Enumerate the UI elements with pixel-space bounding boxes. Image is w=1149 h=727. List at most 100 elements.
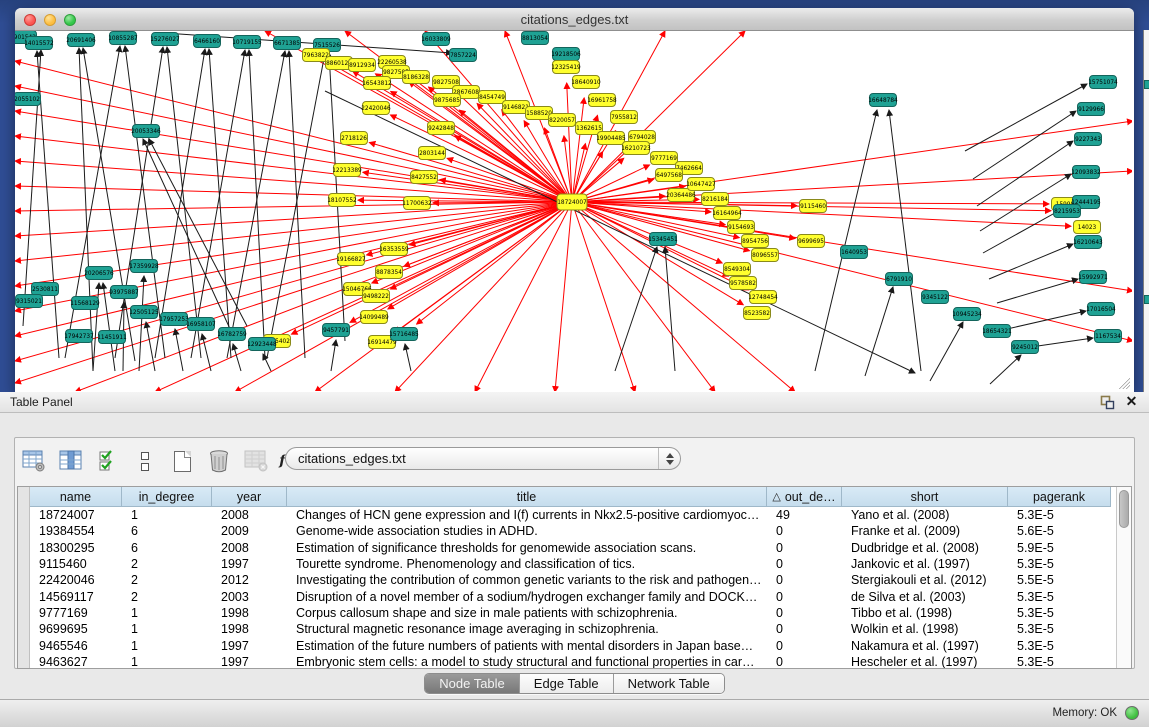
graph-node-label: 11700632	[402, 201, 432, 207]
column-header-name[interactable]: name	[30, 487, 122, 507]
graph-node-label: 8878354	[376, 270, 402, 276]
table-cell: 5.3E-5	[1008, 588, 1111, 604]
graph-node-label: 6791910	[886, 277, 912, 283]
table-cell: Changes of HCN gene expression and I(f) …	[287, 507, 767, 523]
table-cell: 19384554	[30, 523, 122, 539]
table-cell: 1	[122, 621, 212, 637]
table-cell: Wolkin et al. (1998)	[842, 621, 1008, 637]
graph-node-label: 8220057	[549, 118, 575, 124]
scrollbar-thumb[interactable]	[1119, 490, 1129, 528]
column-header-label: year	[237, 490, 261, 504]
graph-node-label: 8216184	[702, 197, 728, 203]
table-scrollbar[interactable]	[1116, 487, 1131, 668]
graph-node-label: 12748454	[748, 295, 778, 301]
graph-node-label: 12093832	[1071, 170, 1101, 176]
table-cell: 1998	[212, 605, 287, 621]
column-header-year[interactable]: year	[212, 487, 287, 507]
show-columns-icon[interactable]	[58, 448, 84, 474]
graph-node-label: 1640953	[841, 250, 867, 256]
background-node-fragment	[1144, 295, 1149, 304]
table-row[interactable]: 1830029562008Estimation of significance …	[30, 540, 1116, 556]
table-row[interactable]: 1872400712008Changes of HCN gene express…	[30, 507, 1116, 523]
table-cell: 9777169	[30, 605, 122, 621]
table-cell: Hescheler et al. (1997)	[842, 654, 1008, 668]
table-row[interactable]: 946362711997Embryonic stem cells: a mode…	[30, 654, 1116, 668]
graph-node-label: 16961758	[587, 98, 617, 104]
graph-node-label: 17016504	[1086, 307, 1116, 313]
graph-node-label: 16210723	[621, 146, 651, 152]
window-resize-grip[interactable]	[1117, 376, 1130, 389]
graph-node-label: 8454749	[479, 95, 505, 101]
node-table: namein_degree year title△out_de…short pager…	[17, 486, 1132, 669]
table-selector-dropdown[interactable]: citations_edges.txt	[285, 447, 681, 470]
table-row[interactable]: 946554611997Estimation of the future num…	[30, 637, 1116, 653]
graph-node-label: 9242848	[428, 126, 454, 132]
column-header-label: pagerank	[1033, 490, 1085, 504]
column-header-in_degree[interactable]: in_degree	[122, 487, 212, 507]
table-cell: Estimation of the future numbers of pati…	[287, 637, 767, 653]
table-row[interactable]: 1938455462009Genome-wide association stu…	[30, 523, 1116, 539]
float-panel-icon[interactable]	[1100, 395, 1115, 410]
graph-node-label: 9699695	[798, 239, 824, 245]
close-panel-icon[interactable]: ✕	[1124, 393, 1139, 409]
table-cell: Structural magnetic resonance image aver…	[287, 621, 767, 637]
table-panel-title: Table Panel	[10, 395, 73, 409]
table-options-icon[interactable]	[21, 448, 47, 474]
graph-node-label: 9498222	[363, 294, 389, 300]
table-cell: 5.9E-5	[1008, 540, 1111, 556]
table-cell: 14569117	[30, 588, 122, 604]
column-header-short[interactable]: short	[842, 487, 1008, 507]
graph-node-label: 8523582	[744, 311, 770, 317]
tab-network-table[interactable]: Network Table	[614, 674, 724, 693]
citation-network-graph[interactable]: 1901542140155722069140610855287152760276…	[15, 31, 1132, 391]
table-cell: 2	[122, 588, 212, 604]
graph-node-label: 10647427	[686, 182, 716, 188]
network-canvas[interactable]: 1901542140155722069140610855287152760276…	[15, 31, 1132, 391]
graph-node-label: 14015572	[24, 41, 54, 47]
table-cell: 0	[767, 572, 842, 588]
table-cell: 9465546	[30, 637, 122, 653]
graph-node-label: 7963822	[303, 53, 329, 59]
delete-columns-icon[interactable]	[206, 448, 232, 474]
graph-node-label: 9115460	[800, 204, 826, 210]
network-view-window[interactable]: citations_edges.txt 19015421401557220691…	[15, 8, 1134, 392]
new-column-icon[interactable]	[169, 448, 195, 474]
table-row[interactable]: 911546021997Tourette syndrome. Phenomeno…	[30, 556, 1116, 572]
column-header-title[interactable]: title	[287, 487, 767, 507]
table-cell: 1	[122, 654, 212, 668]
row-height-icon[interactable]	[132, 448, 158, 474]
graph-node-label: 22420046	[361, 106, 391, 112]
graph-node-label: 12325419	[551, 65, 581, 71]
graph-node-label: 2055102	[15, 97, 40, 103]
table-cell: Investigating the contribution of common…	[287, 572, 767, 588]
graph-node-label: 20053346	[131, 129, 161, 135]
table-cell: 9699695	[30, 621, 122, 637]
table-row[interactable]: 2242004622012Investigating the contribut…	[30, 572, 1116, 588]
graph-node-label: 16543812	[362, 81, 392, 87]
graph-node-label: 8186328	[403, 75, 429, 81]
table-row[interactable]: 1456911722003Disruption of a novel membe…	[30, 588, 1116, 604]
graph-node-label: 19166827	[336, 257, 366, 263]
window-titlebar[interactable]: citations_edges.txt	[15, 8, 1134, 31]
sort-ascending-icon: △	[772, 490, 780, 503]
graph-node-label: 12923448	[247, 342, 277, 348]
graph-node-label: 20206576	[84, 271, 114, 277]
table-cell: 2	[122, 572, 212, 588]
graph-node-label: 20691406	[66, 38, 96, 44]
graph-node-label: 8912934	[349, 63, 375, 69]
table-cell: 5.6E-5	[1008, 523, 1111, 539]
graph-node-label: 9875685	[434, 98, 460, 104]
tab-node-table[interactable]: Node Table	[425, 674, 520, 693]
tab-edge-table[interactable]: Edge Table	[520, 674, 614, 693]
graph-node-label: 15716485	[389, 332, 419, 338]
graph-node-label: 7857224	[450, 53, 476, 59]
table-cell: 0	[767, 621, 842, 637]
table-cell: 0	[767, 540, 842, 556]
table-row[interactable]: 969969511998Structural magnetic resonanc…	[30, 621, 1116, 637]
table-cell: Tibbo et al. (1998)	[842, 605, 1008, 621]
column-header-out_de[interactable]: △out_de…	[767, 487, 842, 507]
column-header-pagerank[interactable]: pagerank	[1008, 487, 1111, 507]
memory-ok-icon	[1125, 706, 1139, 720]
table-row[interactable]: 977716911998Corpus callosum shape and si…	[30, 605, 1116, 621]
select-rows-icon[interactable]	[95, 448, 121, 474]
